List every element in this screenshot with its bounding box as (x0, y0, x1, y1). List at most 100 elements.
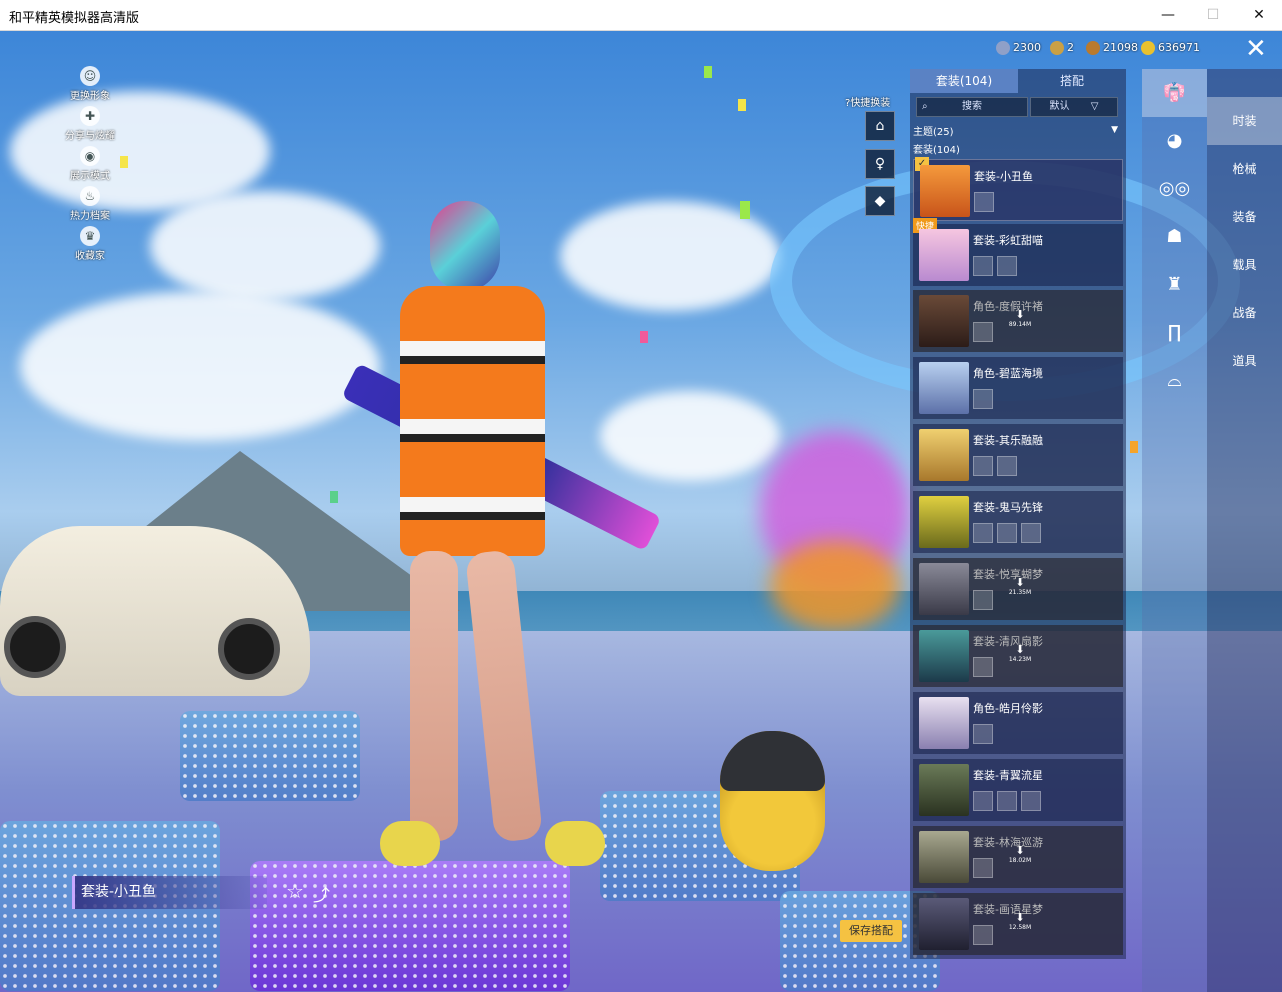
currency-value: 21098 (1103, 41, 1138, 54)
download-indicator[interactable]: ⬇ 89.14M (1008, 308, 1032, 328)
part-thumbnail (997, 456, 1017, 476)
character-head (430, 201, 500, 291)
headwear-icon[interactable]: ◕ (1142, 117, 1207, 165)
list-item[interactable]: 套装-悦享蝴梦 ⬇ 21.35M (913, 558, 1123, 620)
quick-slot-emblem-icon[interactable]: ◆ (865, 186, 895, 216)
side-item-change-avatar[interactable]: ☺ 更换形象 (60, 66, 120, 106)
quick-slot-shop-icon[interactable]: ⌂ (865, 111, 895, 141)
sort-value: 默认 (1049, 101, 1070, 112)
search-input[interactable]: ⌕ 搜索 (916, 97, 1028, 117)
download-icon: ⬇ (1015, 643, 1025, 656)
list-item[interactable]: 套装-清风扇影 ⬇ 14.23M (913, 625, 1123, 687)
game-viewport: ☺ 更换形象 ✚ 分享与炫耀 ◉ 展示模式 ♨ 热力档案 ♛ 收藏家 2300 … (0, 31, 1282, 992)
category-equipment[interactable]: 装备 (1207, 193, 1282, 241)
outfit-thumbnail (919, 764, 969, 816)
quick-slot-character-icon[interactable]: ♀ (865, 149, 895, 179)
list-item[interactable]: 套装-其乐融融 (913, 424, 1123, 486)
maximize-button[interactable]: ☐ (1190, 0, 1236, 31)
side-item-label: 分享与炫耀 (65, 131, 115, 142)
list-item[interactable]: 套装-林海巡游 ⬇ 18.02M (913, 826, 1123, 888)
list-item[interactable]: 角色-皓月伶影 (913, 692, 1123, 754)
side-menu: ☺ 更换形象 ✚ 分享与炫耀 ◉ 展示模式 ♨ 热力档案 ♛ 收藏家 (60, 66, 120, 266)
character-leg (464, 549, 544, 843)
download-indicator[interactable]: ⬇ 14.23M (1008, 643, 1032, 663)
mask-icon[interactable]: ☗ (1142, 213, 1207, 261)
suit-group-label: 套装(104) (913, 145, 960, 156)
side-item-label: 展示模式 (70, 171, 110, 182)
side-item-share[interactable]: ✚ 分享与炫耀 (60, 106, 120, 146)
part-thumbnail (997, 256, 1017, 276)
download-size: 18.02M (1008, 857, 1032, 864)
list-item[interactable]: 快捷 套装-彩虹甜喵 (913, 218, 1123, 286)
download-icon: ⬇ (1015, 911, 1025, 924)
part-thumbnail (973, 256, 993, 276)
close-icon[interactable]: ✕ (1245, 36, 1267, 62)
category-vehicles[interactable]: 载具 (1207, 241, 1282, 289)
part-thumbnail (997, 791, 1017, 811)
list-item[interactable]: 套装-青翼流星 (913, 759, 1123, 821)
part-thumbnail (973, 858, 993, 878)
part-thumbnail (973, 791, 993, 811)
list-item[interactable]: 套装-鬼马先锋 (913, 491, 1123, 553)
list-item[interactable]: 角色-碧蓝海境 (913, 357, 1123, 419)
sort-dropdown[interactable]: 默认 ▽ (1030, 97, 1118, 117)
outfit-name: 套装-鬼马先锋 (973, 501, 1043, 514)
download-indicator[interactable]: ⬇ 21.35M (1008, 576, 1032, 596)
outfit-thumbnail (919, 496, 969, 548)
currency-medal: 2 (1050, 41, 1074, 57)
part-thumbnail (973, 389, 993, 409)
outfit-name-tag: 套装-小丑鱼 (72, 876, 267, 909)
outfit-thumbnail (919, 898, 969, 950)
pants-icon[interactable]: ∏ (1142, 309, 1207, 357)
theme-group-label[interactable]: 主题(25) (913, 123, 954, 138)
window-close-button[interactable]: ✕ (1236, 0, 1282, 31)
part-thumbnail (997, 523, 1017, 543)
save-outfit-button[interactable]: 保存搭配 (840, 920, 902, 942)
floor-tile (180, 711, 360, 801)
list-item[interactable]: 套装-画语星梦 ⬇ 12.58M (913, 893, 1123, 955)
part-thumbnail (973, 657, 993, 677)
confetti (1130, 441, 1138, 453)
side-item-heat-profile[interactable]: ♨ 热力档案 (60, 186, 120, 226)
car-wheel (4, 616, 66, 678)
chevron-down-icon[interactable]: ▼ (1111, 125, 1118, 135)
side-item-display-mode[interactable]: ◉ 展示模式 (60, 146, 120, 186)
part-thumbnail (1021, 523, 1041, 543)
favorite-star-icon[interactable]: ☆ (286, 879, 304, 903)
list-tabs: 套装(104) 搭配 (910, 69, 1126, 93)
tab-suits[interactable]: 套装(104) (910, 69, 1018, 93)
confetti (738, 99, 746, 111)
confetti (704, 66, 712, 78)
outfit-name: 套装-彩虹甜喵 (973, 234, 1043, 247)
confetti (330, 491, 338, 503)
share-icon[interactable]: ⤴ (313, 881, 330, 906)
outfit-thumbnail (919, 429, 969, 481)
tab-combos[interactable]: 搭配 (1018, 69, 1126, 93)
download-indicator[interactable]: ⬇ 18.02M (1008, 844, 1032, 864)
download-indicator[interactable]: ⬇ 12.58M (1008, 911, 1032, 931)
download-size: 89.14M (1008, 321, 1032, 328)
quick-change-label[interactable]: ?快捷换装 (845, 94, 890, 109)
category-battle-prep[interactable]: 战备 (1207, 289, 1282, 337)
player-character (360, 201, 660, 891)
category-items[interactable]: 道具 (1207, 337, 1282, 385)
download-icon: ⬇ (1015, 576, 1025, 589)
coin-icon (996, 41, 1010, 55)
window-titlebar: 和平精英模拟器高清版 — ☐ ✕ (0, 0, 1282, 31)
outfit-suit-icon[interactable]: 👘 (1142, 69, 1207, 117)
list-item[interactable]: ✓ 套装-小丑鱼 (913, 157, 1123, 221)
list-item[interactable]: 角色-度假许褚 ⬇ 89.14M (913, 290, 1123, 352)
category-column: 时装 枪械 装备 载具 战备 道具 (1207, 69, 1282, 992)
glasses-icon[interactable]: ◎◎ (1142, 165, 1207, 213)
minimize-button[interactable]: — (1145, 0, 1191, 31)
side-item-collector[interactable]: ♛ 收藏家 (60, 226, 120, 266)
category-firearms[interactable]: 枪械 (1207, 145, 1282, 193)
shoes-icon[interactable]: ⌓ (1142, 357, 1207, 405)
pet-chick (720, 731, 825, 871)
car-wheel (218, 618, 280, 680)
outfit-name: 角色-碧蓝海境 (973, 367, 1043, 380)
category-fashion[interactable]: 时装 (1207, 97, 1282, 145)
outfit-thumbnail (919, 630, 969, 682)
confetti (740, 201, 750, 219)
top-clothing-icon[interactable]: ♜ (1142, 261, 1207, 309)
